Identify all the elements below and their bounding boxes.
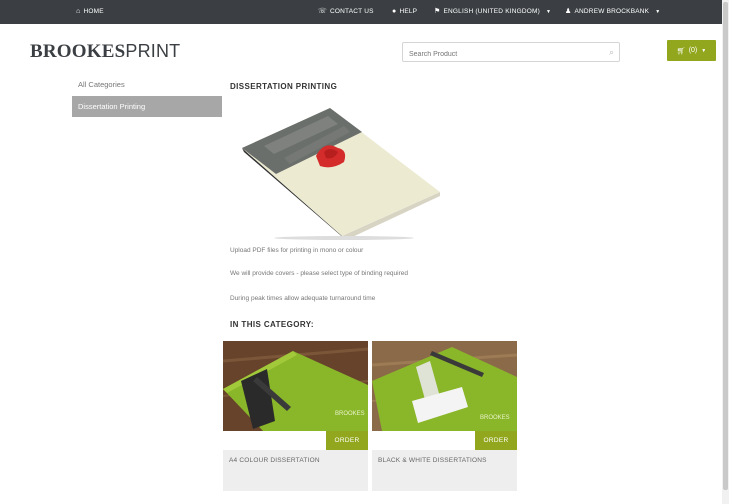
sidebar-item-dissertation-printing[interactable]: Dissertation Printing xyxy=(72,96,222,117)
svg-text:BROOKES: BROOKES xyxy=(335,411,365,417)
search-input[interactable] xyxy=(403,45,593,64)
chevron-down-icon: ▼ xyxy=(701,47,707,54)
page-title: DISSERTATION PRINTING xyxy=(230,82,338,91)
cart-count: (0) xyxy=(688,47,698,54)
product-card[interactable]: BROOKES ORDER A4 COLOUR DISSERTATION xyxy=(223,341,368,491)
sidebar-item-all-categories[interactable]: All Categories xyxy=(72,75,222,95)
product-photo: BROOKES xyxy=(223,341,368,431)
cart-button[interactable]: 🛒︎ (0) ▼ xyxy=(667,40,716,61)
user-label: ANDREW BROCKBANK xyxy=(574,8,650,15)
brand-logo[interactable]: BROOKESPRINT xyxy=(30,41,180,63)
vertical-scrollbar[interactable] xyxy=(722,0,729,504)
contact-label: CONTACT US xyxy=(329,8,374,15)
order-button[interactable]: ORDER xyxy=(326,431,368,450)
flag-icon: ⚑ xyxy=(434,8,441,15)
product-card[interactable]: BROOKES ORDER BLACK & WHITE DISSERTATION… xyxy=(372,341,517,491)
contact-link[interactable]: ☏ CONTACT US xyxy=(318,8,374,15)
description-line-2: We will provide covers - please select t… xyxy=(230,270,408,277)
help-link[interactable]: ● HELP xyxy=(392,8,417,15)
svg-text:BROOKES: BROOKES xyxy=(480,415,510,421)
product-photo: BROOKES xyxy=(372,341,517,431)
chevron-down-icon: ▼ xyxy=(546,8,552,15)
logo-bold-text: BROOKES xyxy=(30,41,126,62)
order-button[interactable]: ORDER xyxy=(475,431,517,450)
scrollbar-thumb[interactable] xyxy=(723,2,728,490)
language-selector[interactable]: ⚑ ENGLISH (UNITED KINGDOM) ▼ xyxy=(434,8,551,15)
description-line-3: During peak times allow adequate turnaro… xyxy=(230,295,376,302)
category-heading: IN THIS CATEGORY: xyxy=(230,320,314,329)
user-icon: ♟ xyxy=(565,8,572,15)
top-navigation-bar: ⌂ HOME ☏ CONTACT US ● HELP ⚑ ENGLISH (UN… xyxy=(0,0,722,24)
search-icon[interactable]: ⌕ xyxy=(609,47,614,58)
home-label: HOME xyxy=(83,8,104,15)
description-line-1: Upload PDF files for printing in mono or… xyxy=(230,247,364,254)
search-box: ⌕ xyxy=(402,42,620,64)
logo-light-text: PRINT xyxy=(125,41,181,61)
product-name[interactable]: A4 COLOUR DISSERTATION xyxy=(229,457,320,464)
help-label: HELP xyxy=(399,8,418,15)
home-icon: ⌂ xyxy=(76,8,81,15)
language-label: ENGLISH (UNITED KINGDOM) xyxy=(443,8,541,15)
chevron-down-icon: ▼ xyxy=(655,8,661,15)
cart-icon: 🛒︎ xyxy=(676,47,686,55)
help-icon: ● xyxy=(392,8,397,15)
user-menu[interactable]: ♟ ANDREW BROCKBANK ▼ xyxy=(565,8,660,15)
phone-icon: ☏ xyxy=(318,8,327,15)
dissertation-book-image xyxy=(242,108,440,240)
home-link[interactable]: ⌂ HOME xyxy=(76,8,104,15)
product-name[interactable]: BLACK & WHITE DISSERTATIONS xyxy=(378,457,487,464)
